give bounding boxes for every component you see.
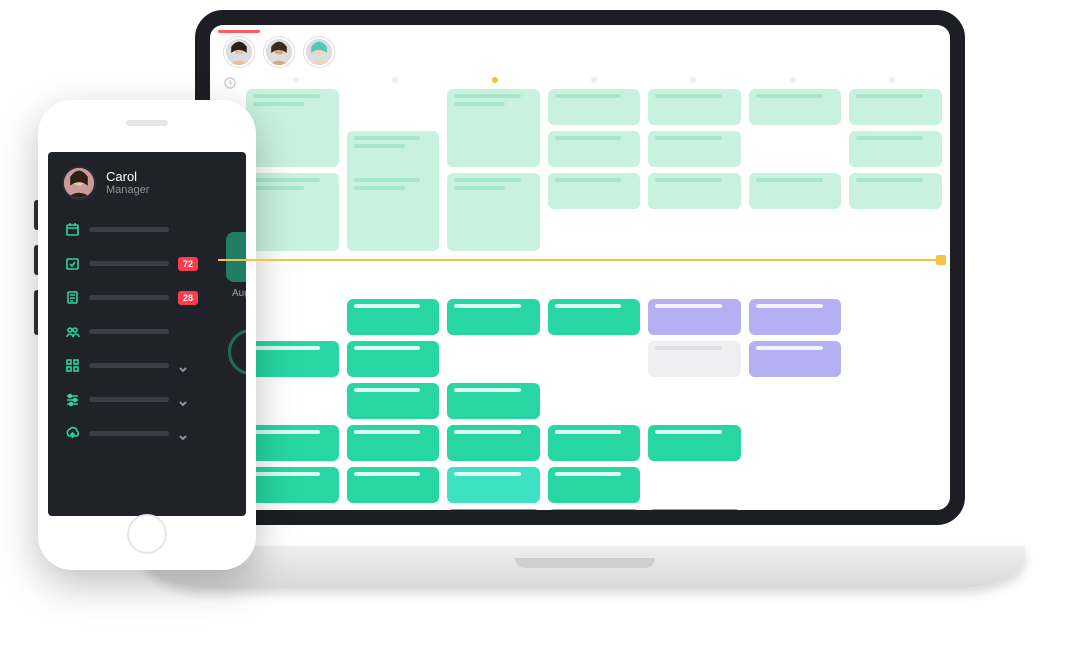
calendar-event[interactable] (447, 509, 540, 525)
calendar-event[interactable] (648, 509, 741, 525)
calendar-event[interactable] (648, 299, 741, 335)
nav-label-placeholder (89, 397, 169, 402)
day-indicator (889, 77, 895, 83)
calendar-event[interactable] (548, 173, 641, 209)
calendar-event[interactable] (648, 341, 741, 377)
calendar-event[interactable] (447, 299, 540, 335)
calendar-event[interactable] (648, 425, 741, 461)
chevron-down-icon (178, 361, 188, 371)
calendar-event[interactable] (548, 131, 641, 167)
time-gutter (218, 75, 242, 89)
background-widgets: Aug 7 (216, 232, 246, 375)
laptop-device (195, 10, 975, 570)
calendar-event[interactable] (749, 89, 842, 125)
nav-menu: 72 28 (62, 216, 232, 447)
laptop-base (145, 546, 1025, 588)
team-icon (65, 324, 80, 339)
calendar-event[interactable] (749, 173, 842, 209)
notification-badge: 28 (178, 291, 198, 305)
calendar-event[interactable] (447, 173, 540, 251)
calendar-event[interactable] (347, 341, 440, 377)
day-indicator (690, 77, 696, 83)
user-tab-1[interactable] (264, 37, 294, 67)
calendar-event[interactable] (849, 173, 942, 209)
settings-icon (65, 392, 80, 407)
nav-label-placeholder (89, 261, 169, 266)
calendar-event[interactable] (246, 425, 339, 461)
nav-item-team[interactable] (62, 318, 232, 345)
calendar-event[interactable] (246, 467, 339, 503)
avatar (224, 37, 254, 67)
user-tab-2[interactable] (304, 37, 334, 67)
calendar-event[interactable] (347, 383, 440, 419)
day-indicator (790, 77, 796, 83)
user-avatar (62, 166, 96, 200)
tasks-icon (65, 256, 80, 271)
clock-icon (224, 77, 236, 89)
day-indicator (392, 77, 398, 83)
calendar-event[interactable] (749, 299, 842, 335)
notification-badge: 72 (178, 257, 198, 271)
calendar-event[interactable] (447, 383, 540, 419)
nav-item-tasks[interactable]: 72 (62, 250, 232, 277)
apps-icon (65, 358, 80, 373)
avatar (264, 37, 294, 67)
calendar-event[interactable] (548, 299, 641, 335)
phone-device: Carol Manager 72 28 Aug 7 (38, 100, 256, 570)
month-label: Aug (232, 288, 246, 299)
notes-icon (65, 290, 80, 305)
calendar-event[interactable] (246, 89, 339, 167)
schedule-icon (65, 222, 80, 237)
nav-item-upload[interactable] (62, 420, 232, 447)
calendar-event[interactable] (447, 89, 540, 167)
nav-label-placeholder (89, 227, 169, 232)
calendar-event[interactable] (548, 425, 641, 461)
calendar-event[interactable] (548, 509, 641, 525)
day-indicators (246, 77, 942, 87)
nav-item-settings[interactable] (62, 386, 232, 413)
calendar-event[interactable] (749, 341, 842, 377)
upload-icon (65, 426, 80, 441)
calendar-event[interactable] (347, 299, 440, 335)
avatar (304, 37, 334, 67)
calendar-event[interactable] (849, 131, 942, 167)
nav-item-schedule[interactable] (62, 216, 232, 243)
calendar-event[interactable] (347, 467, 440, 503)
nav-item-apps[interactable] (62, 352, 232, 379)
phone-app: Carol Manager 72 28 Aug 7 (48, 152, 246, 516)
calendar-event[interactable] (447, 467, 540, 503)
scheduler-app (210, 25, 950, 510)
user-tabs (218, 33, 942, 75)
day-indicator (492, 77, 498, 83)
chevron-down-icon (178, 429, 188, 439)
nav-label-placeholder (89, 295, 169, 300)
calendar-event[interactable] (347, 425, 440, 461)
nav-label-placeholder (89, 363, 169, 368)
calendar-event[interactable] (246, 341, 339, 377)
chevron-down-icon (178, 395, 188, 405)
laptop-screen (195, 10, 965, 525)
current-time-line (218, 259, 942, 261)
calendar-event[interactable] (246, 173, 339, 251)
user-name: Carol (106, 170, 149, 185)
calendar-event[interactable] (648, 173, 741, 209)
calendar-event[interactable] (849, 89, 942, 125)
day-indicator (293, 77, 299, 83)
calendar-event[interactable] (347, 173, 440, 251)
user-profile[interactable]: Carol Manager (62, 166, 232, 200)
calendar-event[interactable] (548, 467, 641, 503)
nav-label-placeholder (89, 431, 169, 436)
nav-item-notes[interactable]: 28 (62, 284, 232, 311)
calendar-event[interactable] (648, 89, 741, 125)
nav-label-placeholder (89, 329, 169, 334)
calendar-event[interactable] (447, 425, 540, 461)
day-indicator (591, 77, 597, 83)
user-role: Manager (106, 184, 149, 196)
calendar-event[interactable] (648, 131, 741, 167)
calendar-grid (218, 75, 942, 515)
calendar-event[interactable] (548, 89, 641, 125)
user-tab-0[interactable] (224, 37, 254, 67)
